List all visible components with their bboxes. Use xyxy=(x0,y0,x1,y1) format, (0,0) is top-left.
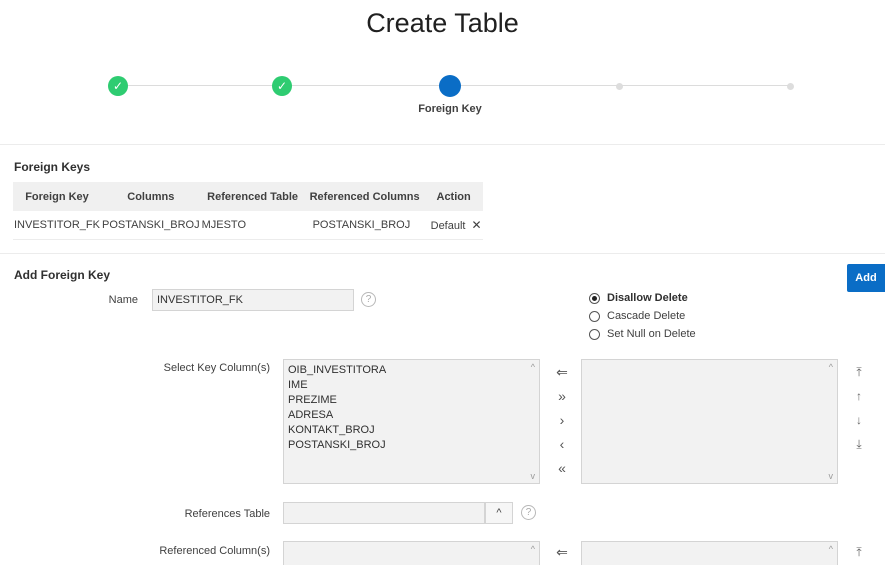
cell-columns: POSTANSKI_BROJ xyxy=(100,211,201,240)
radio-icon[interactable] xyxy=(589,328,600,340)
divider xyxy=(0,144,885,145)
wizard-step-label: Foreign Key xyxy=(418,103,482,115)
scroll-up-icon[interactable]: ^ xyxy=(531,362,535,372)
referenced-selected-list[interactable]: ^ xyxy=(581,541,838,565)
move-bottom-icon[interactable]: ⤓ xyxy=(852,436,866,452)
radio-icon[interactable] xyxy=(589,310,600,322)
check-icon: ✓ xyxy=(112,79,124,93)
list-item[interactable]: OIB_INVESTITORA xyxy=(284,363,539,378)
table-row: INVESTITOR_FK POSTANSKI_BROJ MJESTO POST… xyxy=(13,211,483,240)
scroll-down-icon[interactable]: v xyxy=(829,471,834,481)
wizard-step-2-done-icon: ✓ xyxy=(272,76,292,96)
list-item[interactable]: ADRESA xyxy=(284,408,539,423)
radio-cascade-delete[interactable]: Cascade Delete xyxy=(589,308,685,324)
name-label: Name xyxy=(108,294,138,306)
scroll-up-icon[interactable]: ^ xyxy=(531,544,535,554)
scroll-up-icon[interactable]: ^ xyxy=(829,362,833,372)
wizard-step-1-done-icon: ✓ xyxy=(108,76,128,96)
available-columns-list[interactable]: OIB_INVESTITORA IME PREZIME ADRESA KONTA… xyxy=(283,359,540,484)
col-header-foreign-key: Foreign Key xyxy=(13,182,101,211)
chevron-up-icon[interactable]: ^ xyxy=(485,502,513,524)
page-title: Create Table xyxy=(366,8,519,38)
add-button[interactable]: Add xyxy=(847,264,885,292)
col-header-columns: Columns xyxy=(100,182,201,211)
help-icon[interactable]: ? xyxy=(521,505,536,520)
list-item[interactable]: PREZIME xyxy=(284,393,539,408)
radio-label: Set Null on Delete xyxy=(607,328,696,340)
action-value: Default xyxy=(430,219,466,232)
referenced-columns-label: Referenced Column(s) xyxy=(159,545,270,557)
list-item[interactable]: IME xyxy=(284,378,539,393)
reset-icon[interactable]: ⇐ xyxy=(554,544,570,560)
move-down-icon[interactable]: ↓ xyxy=(852,412,866,428)
cell-foreign-key: INVESTITOR_FK xyxy=(13,211,101,240)
move-icon[interactable]: › xyxy=(554,412,570,428)
references-table-label: References Table xyxy=(184,508,270,520)
remove-all-icon[interactable]: « xyxy=(554,460,570,476)
table-header-row: Foreign Key Columns Referenced Table Ref… xyxy=(13,182,483,211)
wizard-progress: ✓ ✓ Foreign Key xyxy=(0,72,885,122)
reset-icon[interactable]: ⇐ xyxy=(554,364,570,380)
foreign-keys-table: Foreign Key Columns Referenced Table Ref… xyxy=(13,182,483,240)
move-top-icon[interactable]: ⤒ xyxy=(852,544,866,560)
wizard-step-4 xyxy=(616,83,623,90)
referenced-available-list[interactable]: ^ xyxy=(283,541,540,565)
cell-referenced-columns: POSTANSKI_BROJ xyxy=(304,211,425,240)
cell-referenced-table: MJESTO xyxy=(200,211,305,240)
select-key-columns-label: Select Key Column(s) xyxy=(163,362,270,374)
cell-action: Default ✕ xyxy=(424,211,483,240)
list-item[interactable]: KONTAKT_BROJ xyxy=(284,423,539,438)
wizard-step-current xyxy=(439,75,461,97)
remove-icon[interactable]: ‹ xyxy=(554,436,570,452)
move-top-icon[interactable]: ⤒ xyxy=(852,364,866,380)
name-input[interactable] xyxy=(152,289,354,311)
move-all-icon[interactable]: » xyxy=(554,388,570,404)
add-foreign-key-heading: Add Foreign Key xyxy=(14,268,111,282)
foreign-keys-heading: Foreign Keys xyxy=(14,160,91,174)
radio-label: Disallow Delete xyxy=(607,292,688,304)
delete-icon[interactable]: ✕ xyxy=(471,218,481,232)
scroll-down-icon[interactable]: v xyxy=(531,471,536,481)
radio-label: Cascade Delete xyxy=(607,310,686,322)
col-header-referenced-table: Referenced Table xyxy=(200,182,305,211)
move-up-icon[interactable]: ↑ xyxy=(852,388,866,404)
radio-icon[interactable] xyxy=(589,292,600,304)
selected-columns-list[interactable]: ^ v xyxy=(581,359,838,484)
radio-set-null-on-delete[interactable]: Set Null on Delete xyxy=(589,326,696,342)
radio-disallow-delete[interactable]: Disallow Delete xyxy=(589,290,688,306)
scroll-up-icon[interactable]: ^ xyxy=(829,544,833,554)
list-item[interactable]: POSTANSKI_BROJ xyxy=(284,438,539,453)
col-header-referenced-columns: Referenced Columns xyxy=(304,182,425,211)
divider xyxy=(0,253,885,254)
wizard-step-5 xyxy=(787,83,794,90)
col-header-action: Action xyxy=(424,182,483,211)
help-icon[interactable]: ? xyxy=(361,292,376,307)
check-icon: ✓ xyxy=(276,79,288,93)
references-table-select[interactable] xyxy=(283,502,485,524)
